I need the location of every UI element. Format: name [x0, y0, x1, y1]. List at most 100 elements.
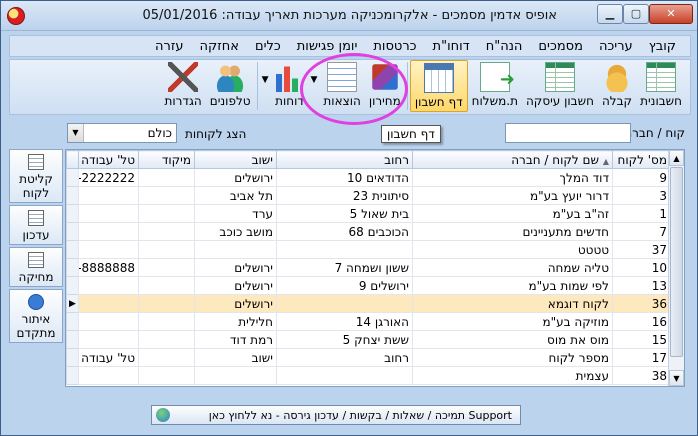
- table-row[interactable]: 36 לקוח דוגמא ירושלים ▶: [66, 294, 671, 313]
- table-row[interactable]: 10טליה שמחהששון ושמחה 7ירושלים 02-8888888: [66, 258, 671, 277]
- menu-maintenance[interactable]: אחזקה: [192, 39, 247, 54]
- menu-bar: קובץ עריכה מסמכים הנה"ח דוחו"ת כרטסות יו…: [9, 35, 691, 57]
- col-zip[interactable]: מיקוד: [138, 150, 195, 169]
- col-customer-name[interactable]: ▲ שם לקוח / חברה: [412, 150, 613, 169]
- row-selector[interactable]: [66, 312, 79, 331]
- minimize-button[interactable]: ▁: [597, 4, 623, 24]
- maximize-button[interactable]: ▢: [623, 4, 649, 24]
- table-cell: מושב כוכב: [194, 222, 277, 241]
- row-selector[interactable]: [66, 240, 79, 259]
- scroll-up-arrow-icon[interactable]: ▲: [669, 150, 684, 166]
- table-row[interactable]: 13 לפי שמות בע"מ ירושלים 9 ירושלים: [66, 276, 671, 295]
- menu-reports[interactable]: דוחו"ת: [425, 39, 478, 54]
- table-row[interactable]: 17 מספר לקוח רחוב ישוב טל' עבודה: [66, 348, 671, 367]
- table-row[interactable]: 38 עצמית: [66, 366, 671, 385]
- app-icon[interactable]: [7, 7, 25, 25]
- title-bar: אופיס אדמין מסמכים - אלקרומכניקה מערכות …: [1, 1, 697, 31]
- col-customer-number[interactable]: מס' לקוח: [612, 150, 671, 169]
- table-cell: 10: [612, 258, 671, 277]
- table-cell: 02-2222222: [78, 168, 139, 187]
- table-cell: [194, 366, 277, 385]
- toolbar-button-price-list[interactable]: מחירון: [365, 60, 405, 112]
- side-panel: קליטת לקוח עדכון מחיקה איתור מתקדם: [9, 149, 63, 345]
- row-selector[interactable]: [66, 168, 79, 187]
- table-cell: ערד: [194, 204, 277, 223]
- table-cell: 9: [612, 168, 671, 187]
- table-cell: טל' עבודה: [78, 348, 139, 367]
- toolbar-label: חשבונית: [640, 94, 682, 108]
- table-cell: [138, 168, 195, 187]
- table-cell: [138, 348, 195, 367]
- table-row[interactable]: 15 מוס את מוס ששת יצחק 5 רמת דוד: [66, 330, 671, 349]
- col-city[interactable]: ישוב: [194, 150, 277, 169]
- chevron-down-icon[interactable]: ▼: [68, 124, 84, 142]
- menu-ledgers[interactable]: כרטסות: [365, 39, 424, 54]
- row-selector[interactable]: [66, 330, 79, 349]
- table-row[interactable]: 16 מוזיקה בע"מ האורגן 14 חלילית: [66, 312, 671, 331]
- account-sheet-icon: [423, 63, 454, 93]
- side-button-new-customer[interactable]: קליטת לקוח: [9, 149, 63, 203]
- menu-edit[interactable]: עריכה: [591, 39, 641, 54]
- table-row[interactable]: 3 דרור יועץ בע"מ סיתונית 23 תל אביב: [66, 186, 671, 205]
- vertical-scrollbar[interactable]: ▲ ▼: [668, 150, 684, 386]
- toolbar-button-coins[interactable]: קבלה: [598, 60, 636, 112]
- toolbar-label: דוחות: [275, 94, 304, 108]
- side-button-label: קליטת לקוח: [19, 172, 53, 200]
- table-cell: טטטט: [412, 240, 613, 259]
- table-cell: מוזיקה בע"מ: [412, 312, 613, 331]
- settings-icon: [168, 62, 199, 92]
- scroll-down-arrow-icon[interactable]: ▼: [669, 370, 684, 386]
- table-cell: [138, 330, 195, 349]
- search-input[interactable]: [505, 123, 631, 143]
- toolbar-button-phones[interactable]: טלפונים: [206, 60, 255, 112]
- customer-filter-select[interactable]: כולם ▼: [67, 123, 177, 143]
- toolbar-button-deal-invoice[interactable]: חשבון עיסקה: [522, 60, 598, 112]
- table-row[interactable]: 1 זה"ב בע"מ בית שאול 5 ערד: [66, 204, 671, 223]
- col-work-phone[interactable]: טל' עבודה: [78, 150, 139, 169]
- scroll-thumb[interactable]: [670, 167, 683, 357]
- menu-help[interactable]: עזרה: [147, 39, 191, 54]
- side-button-advanced-search[interactable]: איתור מתקדם: [9, 289, 63, 343]
- toolbar-label: מחירון: [368, 94, 401, 108]
- row-pointer-icon[interactable]: ▶: [66, 294, 79, 313]
- dropdown-arrow-icon[interactable]: ▼: [260, 75, 271, 85]
- table-row[interactable]: 9דוד המלךהדודאים 10ירושלים 02-2222222: [66, 168, 671, 187]
- toolbar-button-reports[interactable]: דוחות: [270, 60, 308, 112]
- table-row[interactable]: 7 חדשים מתעניינים הכוכבים 68 מושב כוכב: [66, 222, 671, 241]
- col-row-pointer: [66, 150, 79, 169]
- deal-invoice-icon: [544, 62, 575, 92]
- toolbar-button-delivery-note[interactable]: ת.משלוח: [468, 60, 522, 112]
- table-cell: ירושלים: [194, 276, 277, 295]
- close-button[interactable]: ✕: [649, 4, 693, 24]
- menu-documents[interactable]: מסמכים: [530, 39, 591, 54]
- table-row[interactable]: 37 טטטט: [66, 240, 671, 259]
- toolbar-button-invoice[interactable]: חשבונית: [636, 60, 686, 112]
- toolbar-button-account-sheet[interactable]: דף חשבון: [409, 60, 468, 112]
- reports-icon: [274, 62, 305, 92]
- toolbar-button-settings[interactable]: הגדרות: [160, 60, 205, 112]
- col-customer-name-label: שם לקוח / חברה: [511, 152, 600, 167]
- row-selector[interactable]: [66, 348, 79, 367]
- menu-file[interactable]: קובץ: [641, 39, 684, 54]
- side-button-edit[interactable]: עדכון: [9, 205, 63, 245]
- row-selector[interactable]: [66, 276, 79, 295]
- globe-icon: [156, 408, 170, 422]
- table-cell: 1: [612, 204, 671, 223]
- menu-meetings[interactable]: יומן פגישות: [289, 39, 366, 54]
- support-bar[interactable]: Support תמיכה / שאלות / בקשות / עדכון גי…: [151, 405, 521, 425]
- row-selector[interactable]: [66, 222, 79, 241]
- dropdown-arrow-icon[interactable]: ▼: [308, 75, 319, 85]
- menu-tools[interactable]: כלים: [247, 39, 289, 54]
- row-selector[interactable]: [66, 366, 79, 385]
- table-cell: [138, 276, 195, 295]
- col-street[interactable]: רחוב: [276, 150, 413, 169]
- row-selector[interactable]: [66, 186, 79, 205]
- row-selector[interactable]: [66, 204, 79, 223]
- table-cell: ירושלים: [194, 294, 277, 313]
- table-cell: 3: [612, 186, 671, 205]
- menu-accounting[interactable]: הנה"ח: [478, 39, 531, 54]
- toolbar-button-expenses[interactable]: הוצאות: [319, 60, 364, 112]
- table-cell: דרור יועץ בע"מ: [412, 186, 613, 205]
- row-selector[interactable]: [66, 258, 79, 277]
- side-button-delete[interactable]: מחיקה: [9, 247, 63, 287]
